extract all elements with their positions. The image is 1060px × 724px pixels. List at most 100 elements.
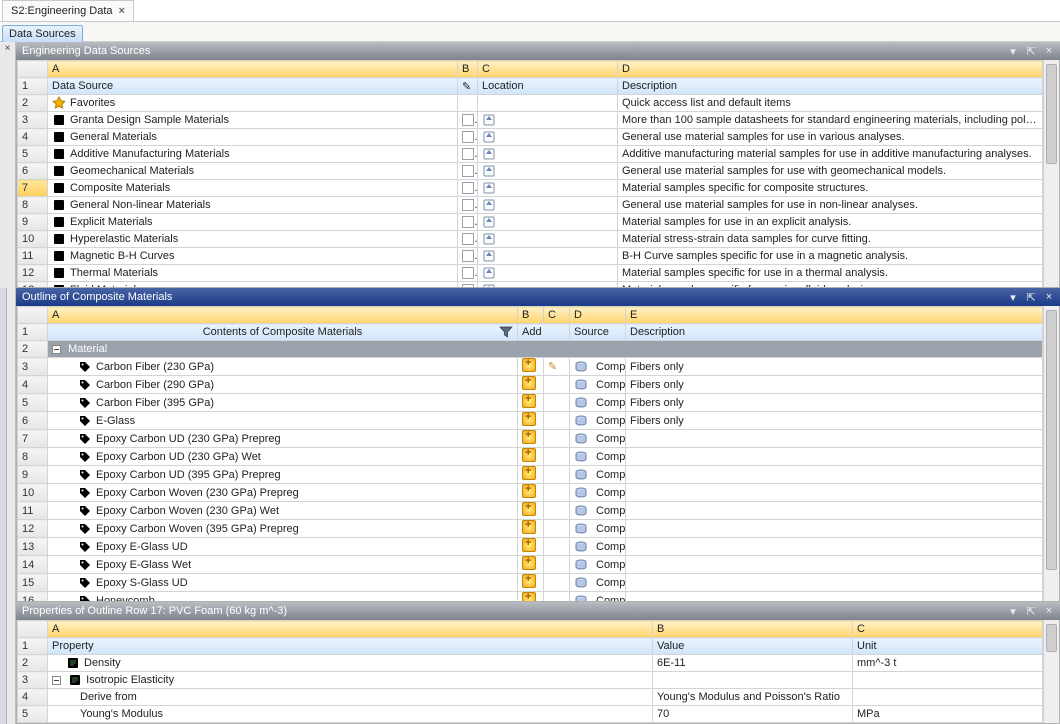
close-icon[interactable]: × — [1042, 291, 1056, 303]
table-row[interactable]: 4Carbon Fiber (290 GPa)ComposFibers only — [18, 376, 1043, 394]
splitter[interactable] — [7, 288, 16, 602]
checkbox[interactable] — [462, 165, 474, 177]
table-row[interactable]: 16HoneycombCompos — [18, 592, 1043, 602]
table-row[interactable]: 3Granta Design Sample MaterialsMore than… — [18, 112, 1043, 129]
add-button[interactable] — [522, 430, 536, 444]
table-row[interactable]: 11Magnetic B-H CurvesB-H Curve samples s… — [18, 248, 1043, 265]
close-icon[interactable]: × — [1042, 605, 1056, 617]
col-A[interactable]: A — [48, 621, 653, 638]
table-row[interactable]: 8Epoxy Carbon UD (230 GPa) WetCompos — [18, 448, 1043, 466]
close-icon[interactable]: × — [1042, 45, 1056, 57]
add-button[interactable] — [522, 466, 536, 480]
table-row[interactable]: 3Carbon Fiber (230 GPa)✎ComposFibers onl… — [18, 358, 1043, 376]
col-B[interactable]: B — [458, 61, 478, 78]
scrollbar[interactable] — [1043, 60, 1059, 287]
dropdown-icon[interactable]: ▾ — [1006, 291, 1020, 304]
add-button[interactable] — [522, 376, 536, 390]
table-row[interactable]: 12Epoxy Carbon Woven (395 GPa) PrepregCo… — [18, 520, 1043, 538]
material-group[interactable]: Material — [48, 341, 1043, 358]
close-icon[interactable]: × — [119, 5, 125, 17]
book-icon — [52, 249, 66, 263]
table-row[interactable]: 10Epoxy Carbon Woven (230 GPa) PrepregCo… — [18, 484, 1043, 502]
table-row[interactable]: 6E-GlassComposFibers only — [18, 412, 1043, 430]
checkbox[interactable] — [462, 199, 474, 211]
source-name: Thermal Materials — [70, 267, 158, 279]
edit-icon[interactable]: ✎ — [548, 361, 557, 373]
col-C[interactable]: C — [544, 307, 570, 324]
add-button[interactable] — [522, 574, 536, 588]
add-button[interactable] — [522, 520, 536, 534]
table-row[interactable]: 14Epoxy E-Glass WetCompos — [18, 556, 1043, 574]
pin-icon[interactable]: ⇱ — [1024, 291, 1038, 304]
add-button[interactable] — [522, 358, 536, 372]
table-row[interactable]: 9Epoxy Carbon UD (395 GPa) PrepregCompos — [18, 466, 1043, 484]
table-row[interactable]: 5Carbon Fiber (395 GPa)ComposFibers only — [18, 394, 1043, 412]
col-C[interactable]: C — [853, 621, 1043, 638]
scrollbar[interactable] — [1043, 306, 1059, 601]
checkbox[interactable] — [462, 250, 474, 262]
checkbox[interactable] — [462, 182, 474, 194]
add-button[interactable] — [522, 556, 536, 570]
table-row[interactable]: 6Geomechanical MaterialsGeneral use mate… — [18, 163, 1043, 180]
table-row[interactable]: 5Young's Modulus70MPa — [18, 706, 1043, 723]
pin-icon[interactable]: ⇱ — [1024, 605, 1038, 618]
table-row[interactable]: 11Epoxy Carbon Woven (230 GPa) WetCompos — [18, 502, 1043, 520]
add-button[interactable] — [522, 592, 536, 601]
unit-cell[interactable] — [853, 689, 1043, 706]
table-row[interactable]: 15Epoxy S-Glass UDCompos — [18, 574, 1043, 592]
col-D[interactable]: D — [570, 307, 626, 324]
checkbox[interactable] — [462, 284, 474, 287]
table-row[interactable]: 9Explicit MaterialsMaterial samples for … — [18, 214, 1043, 231]
table-row[interactable]: 7Composite MaterialsMaterial samples spe… — [18, 180, 1043, 197]
tab-engineering-data[interactable]: S2:Engineering Data × — [2, 0, 134, 21]
collapse-icon[interactable] — [52, 345, 61, 354]
checkbox[interactable] — [462, 233, 474, 245]
col-C[interactable]: C — [478, 61, 618, 78]
value-cell[interactable]: 6E-11 — [653, 655, 853, 672]
table-row[interactable]: 4Derive fromYoung's Modulus and Poisson'… — [18, 689, 1043, 706]
add-button[interactable] — [522, 394, 536, 408]
pin-icon[interactable]: ⇱ — [1024, 45, 1038, 58]
table-row[interactable]: 12Thermal MaterialsMaterial samples spec… — [18, 265, 1043, 282]
table-row[interactable]: 8General Non-linear MaterialsGeneral use… — [18, 197, 1043, 214]
table-row[interactable]: 13Epoxy E-Glass UDCompos — [18, 538, 1043, 556]
value-cell[interactable]: 70 — [653, 706, 853, 723]
value-cell[interactable] — [653, 672, 853, 689]
col-A[interactable]: A — [48, 307, 518, 324]
table-row[interactable]: 2Density6E-11mm^-3 t — [18, 655, 1043, 672]
table-row[interactable]: 4General MaterialsGeneral use material s… — [18, 129, 1043, 146]
add-button[interactable] — [522, 448, 536, 462]
table-row[interactable]: 5Additive Manufacturing MaterialsAdditiv… — [18, 146, 1043, 163]
collapse-icon[interactable] — [52, 676, 61, 685]
add-button[interactable] — [522, 412, 536, 426]
checkbox[interactable] — [462, 267, 474, 279]
col-D[interactable]: D — [618, 61, 1043, 78]
unit-cell[interactable] — [853, 672, 1043, 689]
unit-cell[interactable]: MPa — [853, 706, 1043, 723]
table-row[interactable]: 13Fluid MaterialsMaterial samples specif… — [18, 282, 1043, 288]
checkbox[interactable] — [462, 131, 474, 143]
panel-close-left[interactable]: × — [0, 42, 16, 288]
checkbox[interactable] — [462, 114, 474, 126]
table-row[interactable]: 3 Isotropic Elasticity — [18, 672, 1043, 689]
checkbox[interactable] — [462, 148, 474, 160]
splitter[interactable] — [7, 602, 16, 724]
col-E[interactable]: E — [626, 307, 1043, 324]
unit-cell[interactable]: mm^-3 t — [853, 655, 1043, 672]
col-B[interactable]: B — [653, 621, 853, 638]
value-cell[interactable]: Young's Modulus and Poisson's Ratio — [653, 689, 853, 706]
add-button[interactable] — [522, 538, 536, 552]
scrollbar[interactable] — [1043, 620, 1059, 723]
add-button[interactable] — [522, 484, 536, 498]
table-row[interactable]: 7Epoxy Carbon UD (230 GPa) PrepregCompos — [18, 430, 1043, 448]
col-B[interactable]: B — [518, 307, 544, 324]
table-row[interactable]: 2FavoritesQuick access list and default … — [18, 95, 1043, 112]
col-A[interactable]: A — [48, 61, 458, 78]
table-row[interactable]: 10Hyperelastic MaterialsMaterial stress-… — [18, 231, 1043, 248]
dropdown-icon[interactable]: ▾ — [1006, 605, 1020, 618]
add-button[interactable] — [522, 502, 536, 516]
checkbox[interactable] — [462, 216, 474, 228]
data-sources-button[interactable]: Data Sources — [2, 25, 83, 43]
dropdown-icon[interactable]: ▾ — [1006, 45, 1020, 58]
filter-icon[interactable] — [499, 325, 513, 339]
